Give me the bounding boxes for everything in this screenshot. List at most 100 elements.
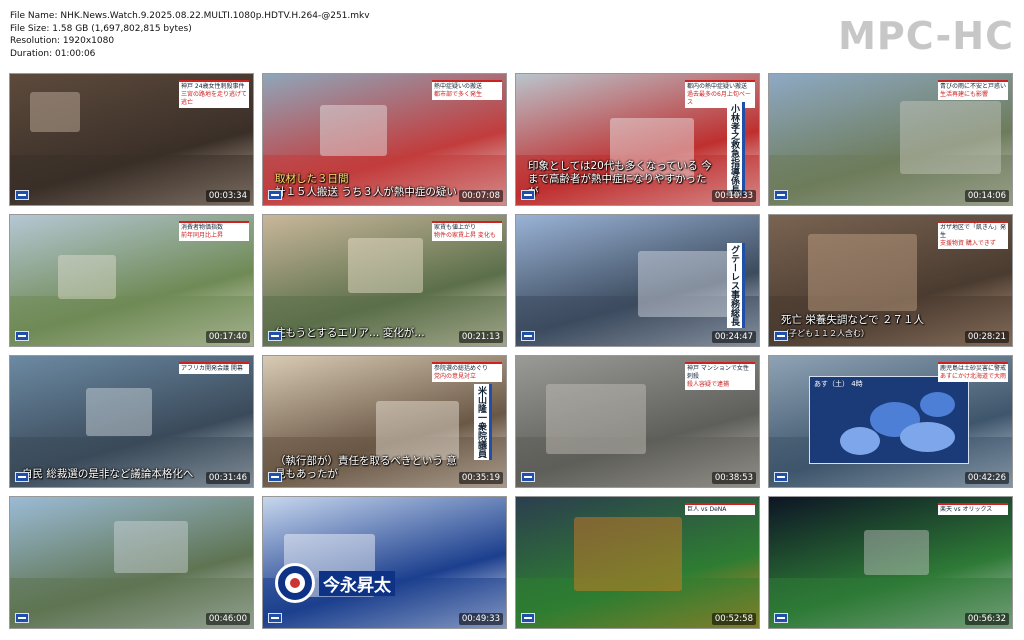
mpc-hc-logo: MPC-HC [838,14,1014,58]
news-headline-box: 神戸 マンションで女性刺殺 殺人容疑で逮捕 [685,362,755,390]
headline-line: あすにかけ北海道で大雨 [940,373,1007,380]
nhk-news-logo-icon [521,331,535,341]
thumbnail-timestamp: 00:28:21 [964,331,1009,343]
speaker-name-label: グテーレス事務総長 [727,243,745,328]
thumbnail-5: 消費者物価指数 前年同月比上昇 00:17:40 [9,214,254,347]
news-headline-box: 消費者物価指数 前年同月比上昇 [179,221,249,241]
thumbnail-timestamp: 00:46:00 [205,613,250,625]
nhk-news-logo-icon [774,331,788,341]
news-headline-box: 参院選の総括めぐり 党内の意見対立 [432,362,502,382]
rain-area [840,427,880,455]
thumbnail-timestamp: 00:49:33 [458,613,503,625]
thumbnail-11: 神戸 マンションで女性刺殺 殺人容疑で逮捕 00:38:53 [515,355,760,488]
rain-area [920,392,955,417]
headline-line: 熱中症疑いの搬送 [434,83,483,90]
thumbnail-timestamp: 00:52:58 [711,613,756,625]
file-size: File Size: 1.58 GB (1,697,802,815 bytes) [10,23,192,34]
headline-line: 楽天 vs オリックス [940,506,993,513]
file-duration: Duration: 01:00:06 [10,48,96,59]
news-headline-box: 熱中症疑いの搬送 都市部で多く発生 [432,80,502,100]
speaker-name-label: 小林孝之救急指導係長 [727,102,745,196]
nhk-news-logo-icon [15,613,29,623]
thumbnail-10: 参院選の総括めぐり 党内の意見対立米山隆一衆院議員 （執行部が）責任を取るべきという… [262,355,507,488]
scene-background [769,497,1012,628]
nhk-news-logo-icon [774,613,788,623]
thumbnail-timestamp: 00:17:40 [205,331,250,343]
thumbnail-timestamp: 00:03:34 [205,190,250,202]
caption-highlight: 取材した３日間 [275,173,349,185]
headline-line: 物件の家賃上昇 変化も [434,232,496,239]
headline-line: 神戸 24歳女性刺殺事件 [181,83,245,90]
caption-text: 印象としては20代も多くなっている 今まで高齢者が熱中症になりやすかったが [528,160,712,198]
nhk-news-logo-icon [774,190,788,200]
thumbnail-timestamp: 00:42:26 [964,472,1009,484]
news-headline-box: 巨人 vs DeNA [685,503,755,515]
headline-line: 消費者物価指数 [181,224,224,231]
thumbnail-timestamp: 00:14:06 [964,190,1009,202]
news-headline-box: 楽天 vs オリックス [938,503,1008,515]
caption-subtext: （子ども１１２人含む） [781,329,869,338]
headline-line: 都市部で多く発生 [434,91,483,98]
caption-text: （執行部が）責任を取るべきという 意見もあったが [275,455,457,480]
player-name-badge: 今永昇太 [319,571,395,596]
thumbnail-grid: 神戸 24歳女性刺殺事件 三宮の路地を走り逃げて逃亡 00:03:34 熱中症疑いの搬… [9,73,1015,629]
news-headline-box: 青びの雨に不安と戸惑い 生活再建にも影響 [938,80,1008,100]
file-info: File Name: NHK.News.Watch.9.2025.08.22.M… [10,10,370,60]
weather-map: あす（土） 4時 [809,376,969,464]
headline-line: 家賃も値上がり [434,224,477,231]
thumbnail-15: 巨人 vs DeNA 00:52:58 [515,496,760,629]
nhk-news-logo-icon [521,190,535,200]
caption-text: 計１５人搬送 うち３人が熱中症の疑い [275,186,457,198]
thumbnail-timestamp: 00:56:32 [964,613,1009,625]
headline-line: 支援物資 購入できず [940,240,996,247]
thumbnail-timestamp: 00:10:33 [711,190,756,202]
subtitle-caption: 取材した３日間 計１５人搬送 うち３人が熱中症の疑い [275,173,462,199]
nhk-news-logo-icon [268,613,282,623]
nhk-news-logo-icon [521,613,535,623]
subtitle-caption: （執行部が）責任を取るべきという 意見もあったが [275,455,462,481]
nhk-news-logo-icon [774,472,788,482]
scene-background [10,497,253,628]
headline-line: 参院選の総括めぐり [434,365,489,372]
thumbnail-4: 青びの雨に不安と戸惑い 生活再建にも影響 00:14:06 [768,73,1013,206]
headline-line: 巨人 vs DeNA [687,506,727,513]
news-headline-box: ガザ地区で「飢きん」発生 支援物資 購入できず [938,221,1008,249]
subtitle-caption: 住もうとするエリア… 変化が… [275,327,462,340]
news-headline-box: 家賃も値上がり 物件の家賃上昇 変化も [432,221,502,241]
nhk-news-logo-icon [15,472,29,482]
thumbnail-timestamp: 00:31:46 [205,472,250,484]
nhk-news-logo-icon [15,331,29,341]
weather-map-header: あす（土） 4時 [814,380,863,388]
scene-background [516,497,759,628]
headline-line: 党内の意見対立 [434,373,477,380]
thumbnail-14: 今永昇太 00:49:33 [262,496,507,629]
news-headline-box: アフリカ開発会議 開幕 [179,362,249,374]
headline-line: 生活再建にも影響 [940,91,989,98]
nhk-news-logo-icon [521,472,535,482]
nhk-news-logo-icon [268,472,282,482]
subtitle-caption: 印象としては20代も多くなっている 今まで高齢者が熱中症になりやすかったが [528,160,715,199]
nhk-news-logo-icon [268,331,282,341]
headline-line: 殺人容疑で逮捕 [687,381,730,388]
news-headline-box: 鹿児島は土砂災害に警戒 あすにかけ北海道で大雨 [938,362,1008,382]
thumbnail-6: 家賃も値上がり 物件の家賃上昇 変化も 住もうとするエリア… 変化が… 00:21:1… [262,214,507,347]
headline-line: ガザ地区で「飢きん」発生 [940,224,1007,239]
rain-area [900,422,955,452]
headline-line: 前年同月比上昇 [181,232,224,239]
thumbnail-7: グテーレス事務総長 00:24:47 [515,214,760,347]
caption-text: 死亡 栄養失調などで ２７１人 [781,314,924,326]
headline-line: 鹿児島は土砂災害に警戒 [940,365,1007,372]
thumbnail-9: アフリカ開発会議 開幕 自民 総裁選の是非など議論本格化へ 00:31:46 [9,355,254,488]
speaker-name-label: 米山隆一衆院議員 [474,384,492,460]
thumbnail-1: 神戸 24歳女性刺殺事件 三宮の路地を走り逃げて逃亡 00:03:34 [9,73,254,206]
thumbnail-timestamp: 00:38:53 [711,472,756,484]
file-name: File Name: NHK.News.Watch.9.2025.08.22.M… [10,11,370,21]
cubs-logo-icon [275,563,315,603]
news-headline-box: 神戸 24歳女性刺殺事件 三宮の路地を走り逃げて逃亡 [179,80,249,108]
subtitle-caption: 死亡 栄養失調などで ２７１人 （子ども１１２人含む） [781,314,968,340]
thumbnail-timestamp: 00:07:08 [458,190,503,202]
thumbnail-timestamp: 00:35:19 [458,472,503,484]
thumbnail-2: 熱中症疑いの搬送 都市部で多く発生取材した３日間 計１５人搬送 うち３人が熱中症の疑… [262,73,507,206]
caption-text: 住もうとするエリア… 変化が… [275,327,425,339]
thumbnail-13: 00:46:00 [9,496,254,629]
